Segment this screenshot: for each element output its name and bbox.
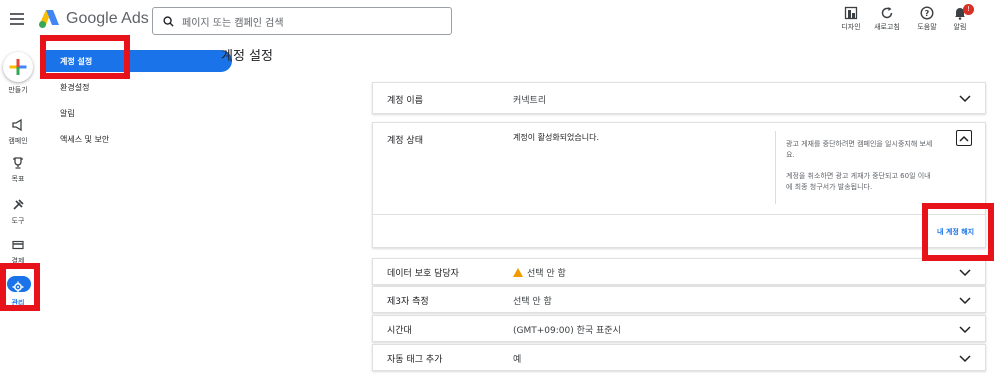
cancel-account-link[interactable]: 내 계정 해지 bbox=[937, 227, 974, 237]
rail-label-tools: 도구 bbox=[11, 217, 25, 225]
rail-label-admin: 관리 bbox=[11, 299, 25, 307]
account-status-value: 계정이 활성화되었습니다. bbox=[513, 133, 600, 142]
data-protection-value: 선택 안 함 bbox=[527, 269, 566, 279]
data-protection-label: 데이터 보호 담당자 bbox=[387, 269, 459, 279]
rail-label-campaigns: 캠페인 bbox=[8, 137, 28, 145]
top-bar: Google Ads 페이지 또는 캠페인 검색 디자인 새로고침 ? 도움말 … bbox=[0, 0, 1000, 44]
gear-icon bbox=[12, 281, 24, 293]
trophy-icon bbox=[13, 157, 23, 169]
refresh-label: 새로고침 bbox=[874, 23, 900, 31]
megaphone-icon bbox=[12, 118, 22, 132]
menu-icon[interactable] bbox=[10, 13, 24, 25]
timezone-row[interactable]: 시간대 (GMT+09:00) 한국 표준시 bbox=[372, 315, 986, 342]
account-status-card: 계정 상태 계정이 활성화되었습니다. 광고 게재를 중단하려면 캠페인을 일시… bbox=[372, 122, 986, 248]
rail-item-admin[interactable]: 관리 bbox=[0, 278, 36, 308]
plus-icon bbox=[9, 59, 27, 75]
rail-item-goals[interactable]: 목표 bbox=[0, 154, 36, 184]
subnav-item-preferences[interactable]: 환경설정 bbox=[60, 82, 89, 93]
create-button[interactable] bbox=[3, 52, 33, 82]
notifications-button[interactable]: ! 알림 bbox=[940, 4, 980, 32]
account-name-value: 커넥트리 bbox=[513, 96, 547, 106]
status-divider bbox=[775, 131, 776, 204]
timezone-value: (GMT+09:00) 한국 표준시 bbox=[513, 326, 621, 336]
design-icon bbox=[844, 6, 858, 20]
tools-icon bbox=[13, 199, 24, 210]
third-party-label: 제3자 측정 bbox=[387, 297, 429, 307]
auto-tagging-row[interactable]: 자동 태그 추가 예 bbox=[372, 344, 986, 371]
timezone-label: 시간대 bbox=[387, 326, 412, 336]
collapse-button[interactable] bbox=[956, 130, 972, 146]
svg-text:?: ? bbox=[925, 9, 930, 18]
chevron-down-icon[interactable] bbox=[959, 95, 971, 103]
rail-label-billing: 결제 bbox=[11, 257, 25, 265]
account-name-row[interactable]: 계정 이름 커넥트리 bbox=[372, 82, 986, 114]
create-label-wrap: 만들기 bbox=[0, 84, 36, 95]
warning-icon bbox=[513, 268, 523, 277]
chevron-down-icon[interactable] bbox=[959, 269, 971, 277]
third-party-measurement-row[interactable]: 제3자 측정 선택 안 함 bbox=[372, 286, 986, 313]
third-party-value: 선택 안 함 bbox=[513, 297, 552, 307]
auto-tagging-label: 자동 태그 추가 bbox=[387, 355, 443, 365]
subnav-item-notifications[interactable]: 알림 bbox=[60, 108, 75, 119]
help-icon: ? bbox=[920, 6, 934, 20]
chevron-down-icon[interactable] bbox=[959, 297, 971, 305]
rail-item-campaigns[interactable]: 캠페인 bbox=[0, 116, 36, 146]
account-status-label: 계정 상태 bbox=[387, 136, 423, 146]
status-help-1: 광고 게재를 중단하려면 캠페인을 일시중지해 보세요. bbox=[786, 140, 933, 159]
search-icon bbox=[163, 15, 174, 27]
ads-logo-icon bbox=[39, 10, 59, 28]
create-label: 만들기 bbox=[8, 86, 28, 94]
refresh-icon bbox=[881, 7, 893, 19]
design-button[interactable]: 디자인 bbox=[831, 6, 871, 32]
status-help-2: 계정을 취소하면 광고 게재가 중단되고 60일 이내에 최종 청구서가 발송됩… bbox=[786, 172, 931, 191]
app-name: Google Ads bbox=[66, 10, 149, 27]
rail-item-tools[interactable]: 도구 bbox=[0, 196, 36, 226]
search-input[interactable]: 페이지 또는 캠페인 검색 bbox=[152, 7, 452, 35]
rail-item-billing[interactable]: 결제 bbox=[0, 236, 36, 266]
credit-card-icon bbox=[12, 240, 24, 250]
notification-badge: ! bbox=[963, 4, 974, 15]
subnav-active-label: 계정 설정 bbox=[60, 57, 93, 66]
subnav-item-access-security[interactable]: 액세스 및 보안 bbox=[60, 134, 109, 145]
data-protection-row[interactable]: 데이터 보호 담당자 선택 안 함 bbox=[372, 258, 986, 285]
design-label: 디자인 bbox=[841, 23, 861, 31]
left-rail: 만들기 캠페인 목표 도구 결제 관리 bbox=[0, 44, 36, 377]
refresh-button[interactable]: 새로고침 bbox=[867, 6, 907, 32]
auto-tagging-value: 예 bbox=[513, 355, 522, 365]
search-placeholder: 페이지 또는 캠페인 검색 bbox=[182, 17, 284, 29]
google-ads-logo[interactable]: Google Ads bbox=[38, 9, 149, 29]
chevron-down-icon[interactable] bbox=[959, 355, 971, 363]
subnav-item-account-settings[interactable]: 계정 설정 bbox=[44, 50, 232, 72]
chevron-down-icon[interactable] bbox=[959, 326, 971, 334]
chevron-up-icon bbox=[959, 135, 969, 142]
rail-label-goals: 목표 bbox=[11, 175, 25, 183]
notifications-label: 알림 bbox=[953, 23, 967, 31]
card-divider bbox=[373, 214, 985, 215]
page-title: 계정 설정 bbox=[221, 49, 273, 64]
account-name-label: 계정 이름 bbox=[387, 96, 423, 106]
